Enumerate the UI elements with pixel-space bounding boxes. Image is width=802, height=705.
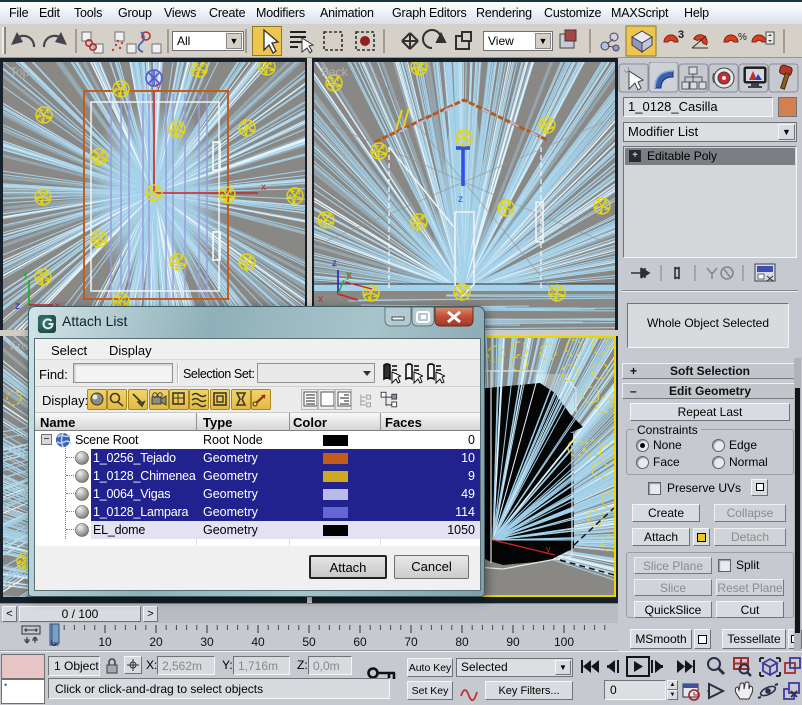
svg-text:y: y <box>346 270 351 281</box>
svg-text:40: 40 <box>251 635 265 649</box>
svg-text:60: 60 <box>353 635 367 649</box>
svg-text:3: 3 <box>678 29 684 41</box>
svg-text:Back: Back <box>321 65 349 79</box>
svg-text:x: x <box>261 182 266 193</box>
svg-text:y: y <box>546 544 551 554</box>
svg-text:x: x <box>318 294 323 305</box>
svg-text:Top: Top <box>10 65 30 79</box>
svg-text:z: z <box>458 194 463 205</box>
svg-text:100: 100 <box>554 635 574 649</box>
svg-text:70: 70 <box>404 635 418 649</box>
svg-text:90: 90 <box>506 635 520 649</box>
svg-text:%: % <box>738 32 747 43</box>
svg-text:z: z <box>15 301 20 312</box>
svg-text:z: z <box>332 258 337 269</box>
svg-text:20: 20 <box>149 635 163 649</box>
svg-text:y: y <box>23 269 28 280</box>
svg-text:50: 50 <box>302 635 316 649</box>
svg-text:10: 10 <box>98 635 112 649</box>
svg-text:30: 30 <box>200 635 214 649</box>
svg-text:80: 80 <box>455 635 469 649</box>
